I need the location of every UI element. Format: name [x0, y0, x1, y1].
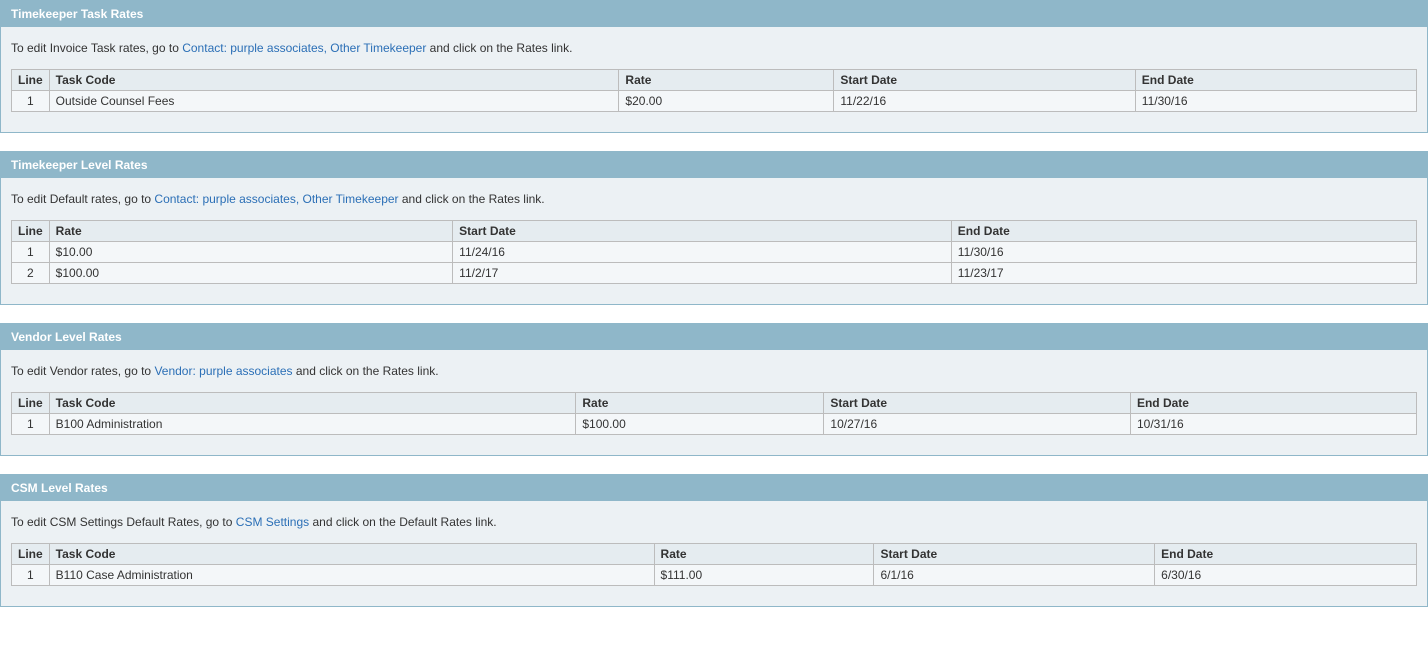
- column-header: End Date: [1155, 544, 1417, 565]
- panel-header: Timekeeper Level Rates: [1, 152, 1427, 178]
- intro-text: To edit Invoice Task rates, go to: [11, 41, 182, 55]
- column-header: End Date: [951, 221, 1416, 242]
- intro-text: and click on the Rates link.: [426, 41, 572, 55]
- column-header: Line: [12, 544, 50, 565]
- column-header: Rate: [619, 70, 834, 91]
- panel-body: To edit Vendor rates, go to Vendor: purp…: [1, 350, 1427, 455]
- column-header: Task Code: [49, 70, 619, 91]
- intro-text: and click on the Default Rates link.: [309, 515, 496, 529]
- panel-header: Timekeeper Task Rates: [1, 1, 1427, 27]
- cell-value: 6/30/16: [1155, 565, 1417, 586]
- intro-text: To edit CSM Settings Default Rates, go t…: [11, 515, 236, 529]
- panel-header: Vendor Level Rates: [1, 324, 1427, 350]
- panel-header: CSM Level Rates: [1, 475, 1427, 501]
- intro-text: To edit Vendor rates, go to: [11, 364, 154, 378]
- table-row: 2$100.0011/2/1711/23/17: [12, 263, 1417, 284]
- cell-value: $100.00: [49, 263, 452, 284]
- cell-line: 2: [12, 263, 50, 284]
- cell-line: 1: [12, 565, 50, 586]
- panel-intro: To edit Invoice Task rates, go to Contac…: [11, 41, 1417, 55]
- column-header: Line: [12, 221, 50, 242]
- cell-value: 11/23/17: [951, 263, 1416, 284]
- rates-table: LineTask CodeRateStart DateEnd Date1B100…: [11, 392, 1417, 435]
- table-row: 1B110 Case Administration$111.006/1/166/…: [12, 565, 1417, 586]
- intro-text: and click on the Rates link.: [293, 364, 439, 378]
- column-header: Task Code: [49, 544, 654, 565]
- panel-intro: To edit CSM Settings Default Rates, go t…: [11, 515, 1417, 529]
- cell-value: 11/2/17: [453, 263, 952, 284]
- column-header: Start Date: [453, 221, 952, 242]
- panel-intro: To edit Vendor rates, go to Vendor: purp…: [11, 364, 1417, 378]
- cell-value: $111.00: [654, 565, 874, 586]
- intro-link[interactable]: CSM Settings: [236, 515, 309, 529]
- column-header: Start Date: [824, 393, 1131, 414]
- cell-value: $10.00: [49, 242, 452, 263]
- cell-value: 11/22/16: [834, 91, 1135, 112]
- intro-link[interactable]: Contact: purple associates, Other Timeke…: [154, 192, 398, 206]
- table-row: 1B100 Administration$100.0010/27/1610/31…: [12, 414, 1417, 435]
- intro-text: and click on the Rates link.: [399, 192, 545, 206]
- cell-value: 10/27/16: [824, 414, 1131, 435]
- column-header: Rate: [654, 544, 874, 565]
- rates-table: LineTask CodeRateStart DateEnd Date1Outs…: [11, 69, 1417, 112]
- cell-value: $100.00: [576, 414, 824, 435]
- table-row: 1$10.0011/24/1611/30/16: [12, 242, 1417, 263]
- cell-value: Outside Counsel Fees: [49, 91, 619, 112]
- cell-value: 6/1/16: [874, 565, 1155, 586]
- cell-value: B100 Administration: [49, 414, 576, 435]
- cell-value: 11/30/16: [1135, 91, 1416, 112]
- rates-table: LineRateStart DateEnd Date1$10.0011/24/1…: [11, 220, 1417, 284]
- column-header: End Date: [1135, 70, 1416, 91]
- cell-line: 1: [12, 414, 50, 435]
- table-row: 1Outside Counsel Fees$20.0011/22/1611/30…: [12, 91, 1417, 112]
- cell-line: 1: [12, 91, 50, 112]
- panel-body: To edit CSM Settings Default Rates, go t…: [1, 501, 1427, 606]
- cell-value: $20.00: [619, 91, 834, 112]
- column-header: Start Date: [874, 544, 1155, 565]
- intro-link[interactable]: Contact: purple associates, Other Timeke…: [182, 41, 426, 55]
- rates-panel: Vendor Level Rates To edit Vendor rates, …: [0, 323, 1428, 456]
- intro-link[interactable]: Vendor: purple associates: [154, 364, 292, 378]
- column-header: Start Date: [834, 70, 1135, 91]
- rates-panel: Timekeeper Task Rates To edit Invoice Tas…: [0, 0, 1428, 133]
- column-header: Rate: [49, 221, 452, 242]
- panel-body: To edit Default rates, go to Contact: pu…: [1, 178, 1427, 304]
- panel-intro: To edit Default rates, go to Contact: pu…: [11, 192, 1417, 206]
- column-header: Task Code: [49, 393, 576, 414]
- column-header: End Date: [1130, 393, 1416, 414]
- column-header: Line: [12, 393, 50, 414]
- rates-panel: CSM Level Rates To edit CSM Settings Defa…: [0, 474, 1428, 607]
- cell-value: 10/31/16: [1130, 414, 1416, 435]
- cell-line: 1: [12, 242, 50, 263]
- rates-panel: Timekeeper Level Rates To edit Default ra…: [0, 151, 1428, 305]
- panel-body: To edit Invoice Task rates, go to Contac…: [1, 27, 1427, 132]
- cell-value: B110 Case Administration: [49, 565, 654, 586]
- column-header: Line: [12, 70, 50, 91]
- intro-text: To edit Default rates, go to: [11, 192, 154, 206]
- column-header: Rate: [576, 393, 824, 414]
- cell-value: 11/24/16: [453, 242, 952, 263]
- cell-value: 11/30/16: [951, 242, 1416, 263]
- rates-table: LineTask CodeRateStart DateEnd Date1B110…: [11, 543, 1417, 586]
